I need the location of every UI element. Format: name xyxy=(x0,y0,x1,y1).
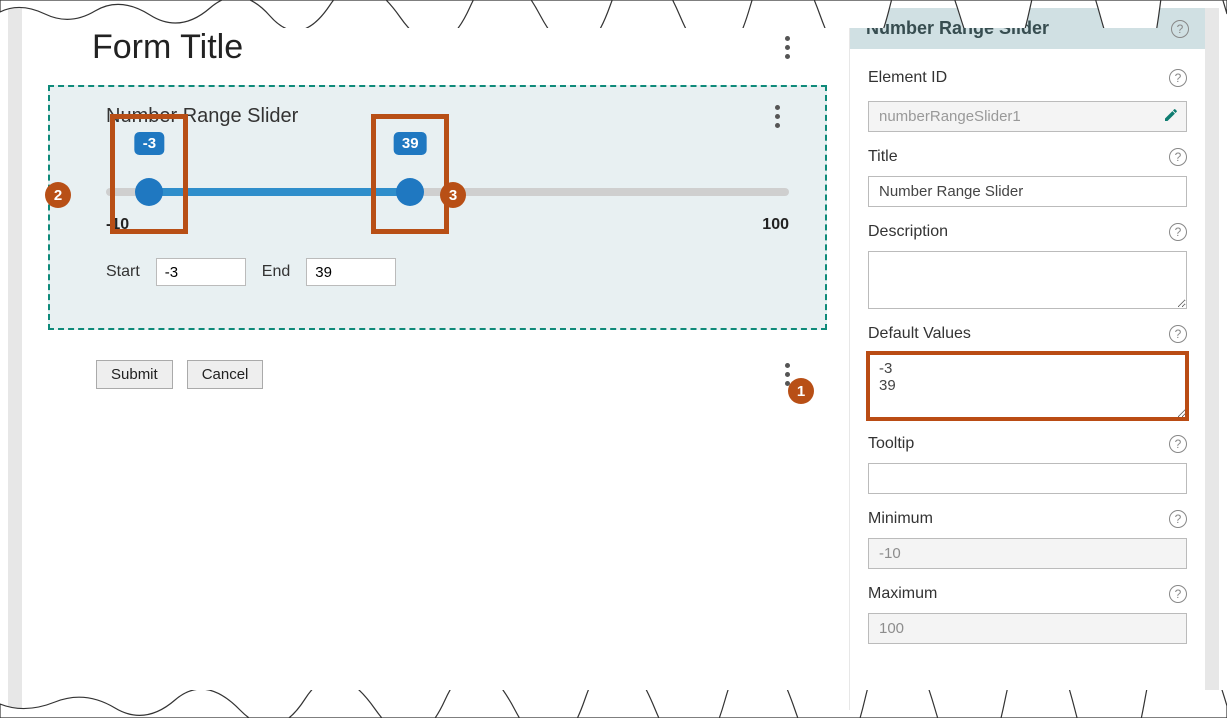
element-id-input-wrap xyxy=(868,97,1187,132)
number-range-slider-widget[interactable]: Number Range Slider -3 39 -10 100 Start xyxy=(48,85,827,330)
cancel-button[interactable]: Cancel xyxy=(187,360,264,389)
default-values-label-row: Default Values xyxy=(868,325,1187,343)
element-id-input[interactable] xyxy=(868,101,1187,132)
form-buttons-row: Submit Cancel xyxy=(32,338,839,399)
tooltip-input[interactable] xyxy=(868,463,1187,494)
panel-help-icon[interactable] xyxy=(1171,20,1189,38)
screen: Form Title 2 3 Number Range Slider -3 39 xyxy=(0,0,1227,718)
default-values-textarea[interactable]: -3 39 xyxy=(868,353,1187,419)
start-label: Start xyxy=(106,263,140,281)
submit-button[interactable]: Submit xyxy=(96,360,173,389)
slider-labels: -10 100 xyxy=(106,216,789,236)
panel-header-title: Number Range Slider xyxy=(866,18,1171,39)
slider-end-handle[interactable] xyxy=(396,178,424,206)
callout-badge-2: 2 xyxy=(45,182,71,208)
slider-end-badge: 39 xyxy=(394,132,427,155)
description-help-icon[interactable] xyxy=(1169,223,1187,241)
title-input[interactable] xyxy=(868,176,1187,207)
title-help-icon[interactable] xyxy=(1169,148,1187,166)
maximum-input[interactable] xyxy=(868,613,1187,644)
tooltip-label-row: Tooltip xyxy=(868,435,1187,453)
minimum-input[interactable] xyxy=(868,538,1187,569)
slider-min-label: -10 xyxy=(106,216,129,234)
description-label-row: Description xyxy=(868,223,1187,241)
minimum-help-icon[interactable] xyxy=(1169,510,1187,528)
minimum-label: Minimum xyxy=(868,510,1169,528)
slider-max-label: 100 xyxy=(762,216,789,234)
form-title-row: Form Title xyxy=(32,18,839,77)
end-label: End xyxy=(262,263,290,281)
widget-menu-kebab-icon[interactable] xyxy=(765,105,789,128)
description-textarea[interactable] xyxy=(868,251,1187,309)
element-id-label: Element ID xyxy=(868,69,1169,87)
panel-body: Element ID Title Description Default V xyxy=(850,49,1205,662)
panel-header: Number Range Slider xyxy=(850,8,1205,49)
default-values-label: Default Values xyxy=(868,325,1169,343)
form-title: Form Title xyxy=(92,28,775,67)
title-label: Title xyxy=(868,148,1169,166)
widget-header: Number Range Slider xyxy=(106,105,789,128)
maximum-help-icon[interactable] xyxy=(1169,585,1187,603)
tooltip-label: Tooltip xyxy=(868,435,1169,453)
properties-panel: Number Range Slider Element ID Title Des… xyxy=(849,8,1219,710)
maximum-label: Maximum xyxy=(868,585,1169,603)
element-id-help-icon[interactable] xyxy=(1169,69,1187,87)
form-menu-kebab-icon[interactable] xyxy=(775,36,799,59)
slider-start-badge: -3 xyxy=(135,132,164,155)
edit-element-id-pencil-icon[interactable] xyxy=(1163,107,1179,123)
end-input[interactable] xyxy=(306,258,396,286)
slider-range-fill xyxy=(149,188,410,196)
description-label: Description xyxy=(868,223,1169,241)
callout-badge-3: 3 xyxy=(440,182,466,208)
minimum-label-row: Minimum xyxy=(868,510,1187,528)
element-id-label-row: Element ID xyxy=(868,69,1187,87)
title-label-row: Title xyxy=(868,148,1187,166)
slider-values-row: Start End xyxy=(106,258,789,286)
maximum-label-row: Maximum xyxy=(868,585,1187,603)
form-preview-panel: Form Title 2 3 Number Range Slider -3 39 xyxy=(8,8,849,710)
slider-start-handle[interactable] xyxy=(135,178,163,206)
default-values-help-icon[interactable] xyxy=(1169,325,1187,343)
tooltip-help-icon[interactable] xyxy=(1169,435,1187,453)
callout-badge-1: 1 xyxy=(788,378,814,404)
start-input[interactable] xyxy=(156,258,246,286)
widget-title: Number Range Slider xyxy=(106,105,765,128)
